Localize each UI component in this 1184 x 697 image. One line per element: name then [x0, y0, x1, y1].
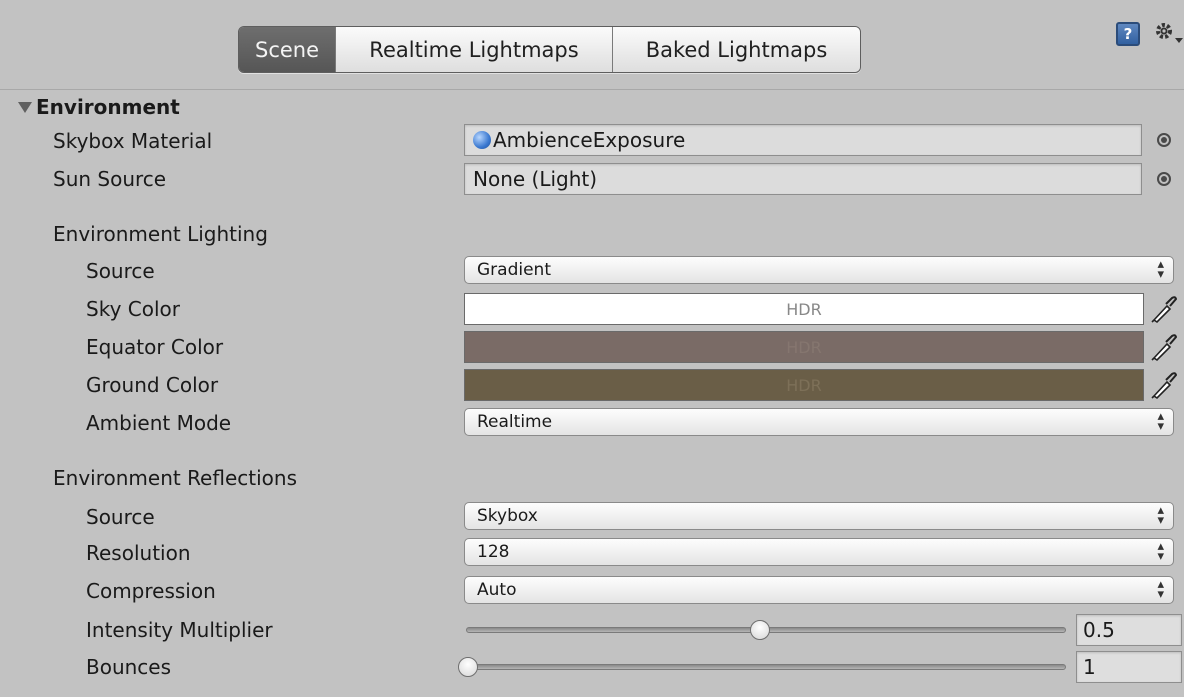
compression-dropdown[interactable]: Auto ▴ ▾ [464, 576, 1174, 604]
bounces-input[interactable]: 1 [1076, 651, 1182, 683]
equator-color-hdr: HDR [786, 337, 822, 357]
reflection-source-label: Source [86, 505, 155, 529]
sun-source-field[interactable]: None (Light) [464, 163, 1142, 195]
lighting-tabs: Scene Realtime Lightmaps Baked Lightmaps [238, 26, 861, 73]
lighting-source-value: Gradient [477, 260, 551, 280]
help-book-icon[interactable]: ? [1116, 22, 1140, 46]
intensity-multiplier-thumb[interactable] [750, 620, 770, 640]
eyedropper-icon[interactable] [1149, 332, 1177, 362]
ambient-mode-label: Ambient Mode [86, 411, 232, 435]
sky-color-hdr: HDR [786, 299, 822, 319]
sun-source-value: None (Light) [473, 167, 598, 191]
skybox-material-field[interactable]: AmbienceExposure [464, 124, 1142, 156]
tab-realtime-lightmaps[interactable]: Realtime Lightmaps [335, 27, 612, 72]
bounces-label: Bounces [86, 655, 172, 679]
material-icon [473, 131, 491, 149]
ground-color-field[interactable]: HDR [464, 369, 1144, 401]
dropdown-arrows-icon: ▴ ▾ [1157, 257, 1164, 282]
lighting-source-label: Source [86, 259, 155, 283]
environment-foldout[interactable]: Environment [18, 93, 180, 121]
dropdown-arrows-icon: ▴ ▾ [1157, 539, 1164, 564]
ambient-mode-value: Realtime [477, 412, 553, 432]
tab-scene[interactable]: Scene [239, 27, 335, 72]
bounces-thumb[interactable] [458, 657, 478, 677]
sun-source-label: Sun Source [53, 167, 167, 191]
foldout-triangle-icon[interactable] [18, 101, 32, 113]
bounces-value: 1 [1083, 655, 1096, 679]
object-picker-icon[interactable] [1157, 172, 1171, 186]
environment-reflections-header: Environment Reflections [53, 466, 297, 490]
dropdown-arrows-icon: ▴ ▾ [1157, 577, 1164, 602]
intensity-multiplier-label: Intensity Multiplier [86, 618, 273, 642]
skybox-material-label: Skybox Material [53, 129, 213, 153]
environment-lighting-header: Environment Lighting [53, 222, 268, 246]
lighting-source-dropdown[interactable]: Gradient ▴ ▾ [464, 256, 1174, 284]
dropdown-arrows-icon: ▴ ▾ [1157, 503, 1164, 528]
sky-color-label: Sky Color [86, 297, 180, 321]
sky-color-field[interactable]: HDR [464, 293, 1144, 325]
bounces-slider[interactable] [466, 664, 1066, 670]
reflection-source-value: Skybox [477, 506, 538, 526]
intensity-multiplier-input[interactable]: 0.5 [1076, 614, 1182, 646]
tab-baked-lightmaps[interactable]: Baked Lightmaps [612, 27, 860, 72]
resolution-dropdown[interactable]: 128 ▴ ▾ [464, 538, 1174, 566]
dropdown-arrows-icon: ▴ ▾ [1157, 409, 1164, 434]
resolution-value: 128 [477, 542, 510, 562]
ground-color-hdr: HDR [786, 375, 822, 395]
ambient-mode-dropdown[interactable]: Realtime ▴ ▾ [464, 408, 1174, 436]
reflection-source-dropdown[interactable]: Skybox ▴ ▾ [464, 502, 1174, 530]
resolution-label: Resolution [86, 541, 191, 565]
ground-color-label: Ground Color [86, 373, 219, 397]
environment-header: Environment [36, 95, 180, 119]
compression-value: Auto [477, 580, 517, 600]
equator-color-label: Equator Color [86, 335, 224, 359]
gear-icon[interactable] [1152, 18, 1184, 48]
compression-label: Compression [86, 579, 216, 603]
skybox-material-value: AmbienceExposure [493, 128, 686, 152]
eyedropper-icon[interactable] [1149, 294, 1177, 324]
intensity-multiplier-value: 0.5 [1083, 618, 1115, 642]
equator-color-field[interactable]: HDR [464, 331, 1144, 363]
eyedropper-icon[interactable] [1149, 370, 1177, 400]
lighting-toolbar: Scene Realtime Lightmaps Baked Lightmaps… [0, 0, 1184, 90]
object-picker-icon[interactable] [1157, 133, 1171, 147]
